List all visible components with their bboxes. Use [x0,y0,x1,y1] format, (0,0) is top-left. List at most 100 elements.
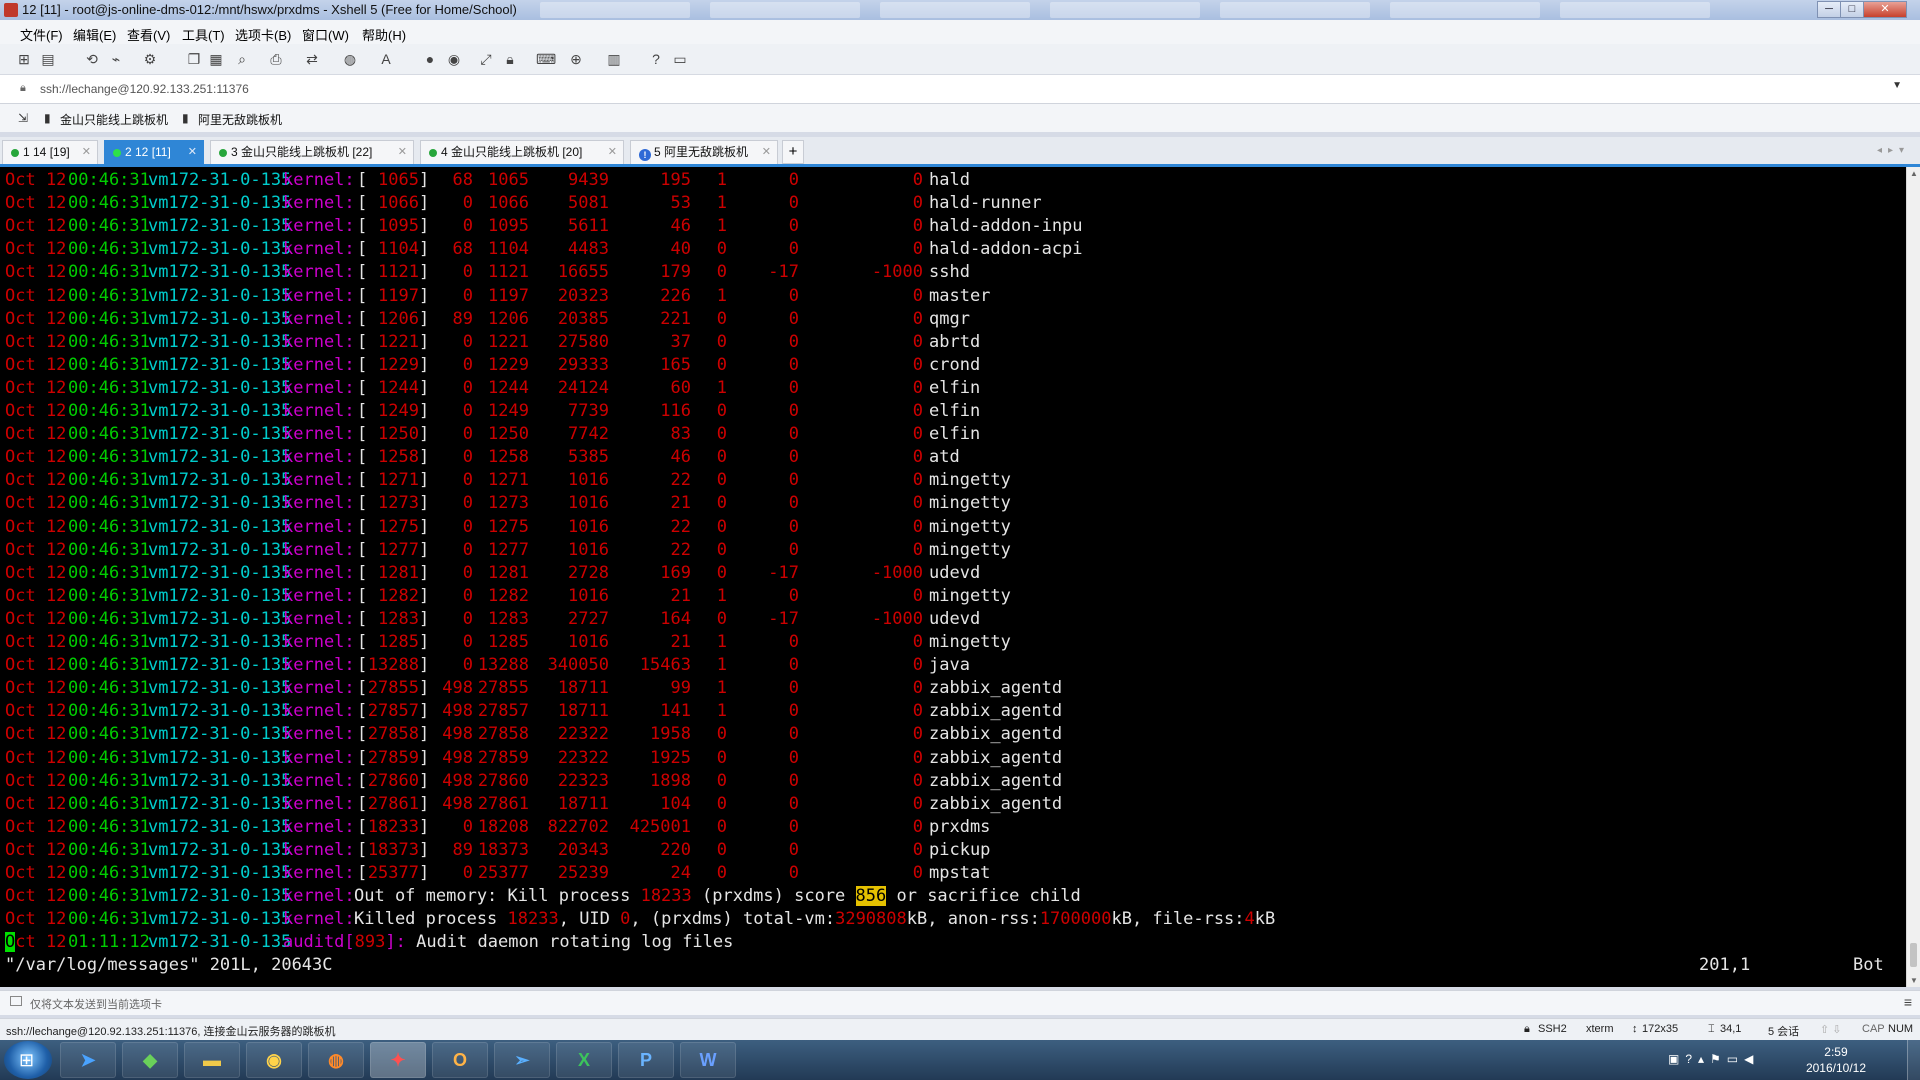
menu-tools[interactable]: 工具(T) [182,25,225,44]
scroll-up-icon[interactable]: ▲ [1910,169,1918,178]
word-icon[interactable]: W [680,1042,736,1078]
transfer-icon[interactable]: ⇄ [304,51,320,67]
xmanager-icon[interactable]: ◉ [446,51,462,67]
globe-icon[interactable]: ◍ [342,51,358,67]
help-icon[interactable]: ? [648,51,664,67]
terminal-scrollbar[interactable]: ▲ ▼ [1906,167,1920,987]
chat-icon[interactable]: ▭ [672,51,688,67]
keyboard-icon[interactable]: ⌨ [536,51,556,67]
menu-window[interactable]: 窗口(W) [302,25,349,44]
tgid: 1249 [488,401,529,421]
lock-icon[interactable]: 🔒︎ [502,51,518,67]
menu-tabs[interactable]: 选项卡(B) [235,25,291,44]
new-tab-button[interactable]: + [782,140,804,164]
excel-icon[interactable]: X [556,1042,612,1078]
log-time: 00:46:31 [68,470,150,491]
oom-score-adj: 0 [912,239,923,260]
menu-edit[interactable]: 编辑(E) [73,25,116,44]
oom-score-adj: 0 [912,401,923,421]
link-bar-icon[interactable]: ⇲ [18,111,28,125]
log-date: Oct 12 [5,216,67,237]
log-date: Oct 12 [5,886,67,907]
tab-nav-arrows[interactable]: ◂▸▾ [1877,145,1910,156]
cpu: 0 [716,793,727,814]
compose-input[interactable]: 仅将文本发送到当前选项卡 [30,996,162,1012]
close-tab-icon[interactable]: ✕ [188,141,197,163]
outlook-icon[interactable]: O [432,1042,488,1078]
maximize-button[interactable]: □ [1840,1,1864,18]
messenger-icon[interactable]: ➣ [494,1042,550,1078]
tab-session-1[interactable]: 1 14 [19] ✕ [2,140,98,164]
menu-help[interactable]: 帮助(H) [362,25,406,44]
font-icon[interactable]: A [378,51,394,67]
bracket-open: [ [357,285,368,306]
tab-session-4[interactable]: 4 金山只能线上跳板机 [20] ✕ [420,140,624,164]
xftp-icon[interactable]: ● [422,51,438,67]
system-tray[interactable]: ▣?▴⚑▭◀ [1668,1052,1759,1066]
log-time: 00:46:31 [68,608,150,629]
close-tab-icon[interactable]: ✕ [82,141,91,163]
disconnect-icon[interactable]: ⌁ [108,51,124,67]
paste-icon[interactable]: ▦ [208,51,224,67]
oom-adj: 0 [788,493,799,514]
process-name: sshd [929,262,970,283]
process-name: mingetty [929,632,1011,652]
scroll-down-icon[interactable]: ▼ [1910,976,1918,985]
explorer-icon[interactable]: ▬ [184,1042,240,1078]
feather-icon[interactable]: ➤ [60,1042,116,1078]
minimize-button[interactable]: ─ [1817,1,1841,18]
cpu: 1 [716,701,727,722]
process-name: mpstat [929,863,991,883]
log-host: vm172-31-0-135 [148,886,292,907]
status-term: xterm [1586,1023,1614,1035]
evernote-icon[interactable]: ◆ [122,1042,178,1078]
print-icon[interactable]: ⎙ [268,51,284,67]
compose-bar[interactable]: 仅将文本发送到当前选项卡 ≡ [0,990,1920,1015]
xshell-icon[interactable]: ✦ [370,1042,426,1078]
cpu: 1 [716,216,727,237]
terminal-output[interactable]: Oct 12 00:46:31 vm172-31-0-135 kernel:[ 106… [0,167,1906,987]
chevron-down-icon[interactable]: ▼ [1892,80,1902,91]
total-vm: 22323 [557,770,609,791]
close-button[interactable]: ✕ [1863,1,1907,18]
link-aliyun[interactable]: 阿里无敌跳板机 [198,111,282,128]
show-desktop-button[interactable] [1907,1040,1920,1080]
tab-session-2[interactable]: 2 12 [11] ✕ [104,140,204,164]
oom-score-adj: 0 [912,655,923,676]
find-icon[interactable]: ⌕ [234,51,250,67]
properties-icon[interactable]: ⚙ [142,51,158,67]
start-button[interactable]: ⊞ [4,1041,52,1079]
close-tab-icon[interactable]: ✕ [608,141,617,163]
fullscreen-icon[interactable]: ⤢ [478,51,494,67]
chrome-icon[interactable]: ◉ [246,1042,302,1078]
compose-icon[interactable] [10,996,22,1006]
total-vm: 24124 [557,377,609,398]
link-jinshan[interactable]: 金山只能线上跳板机 [60,111,168,128]
address-bar[interactable]: 🔒︎ ssh://lechange@120.92.133.251:11376 ▼ [0,75,1920,104]
log-tag: kernel: [283,308,355,329]
firefox-icon[interactable]: ◍ [308,1042,364,1078]
oom-score-adj: 0 [912,470,923,491]
clock[interactable]: 2:59 2016/10/12 [1806,1044,1866,1076]
copy-icon[interactable]: ❐ [186,51,202,67]
menu-view[interactable]: 查看(V) [127,25,170,44]
open-icon[interactable]: ▤ [40,51,56,67]
tab-session-3[interactable]: 3 金山只能线上跳板机 [22] ✕ [210,140,414,164]
scroll-thumb[interactable] [1910,943,1917,967]
address-field[interactable]: ssh://lechange@120.92.133.251:11376 [40,82,249,96]
close-tab-icon[interactable]: ✕ [762,141,771,163]
log-date: Oct 12 [5,655,67,676]
compose-icon[interactable]: ⊕ [568,51,584,67]
close-tab-icon[interactable]: ✕ [398,141,407,163]
uid: 0 [462,447,473,468]
pid: 1285 [367,632,419,652]
menu-icon[interactable]: ≡ [1904,994,1912,1010]
tab-session-5[interactable]: ! 5 阿里无敌跳板机 ✕ [630,140,778,164]
status-sessions: 5 会话 [1768,1026,1800,1038]
menu-file[interactable]: 文件(F) [20,25,63,44]
project-icon[interactable]: P [618,1042,674,1078]
status-nav-arrows[interactable]: ⇧ ⇩ [1820,1023,1842,1036]
layout-icon[interactable]: ▥ [606,51,622,67]
reconnect-icon[interactable]: ⟲ [84,51,100,67]
new-session-icon[interactable]: ⊞ [16,51,32,67]
